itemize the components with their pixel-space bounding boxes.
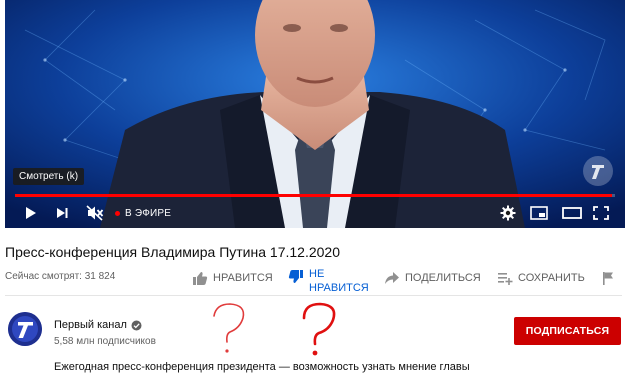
- like-button[interactable]: НРАВИТСЯ: [192, 271, 273, 286]
- thumbs-up-icon: [193, 272, 208, 285]
- share-icon: [385, 272, 399, 284]
- player-controls: В ЭФИРЕ: [5, 200, 625, 226]
- dislike-label-line1: НЕ: [309, 268, 325, 280]
- progress-fill: [15, 194, 612, 197]
- report-button[interactable]: [602, 271, 614, 285]
- share-label: ПОДЕЛИТЬСЯ: [405, 272, 481, 284]
- save-button[interactable]: СОХРАНИТЬ: [497, 271, 585, 285]
- play-icon[interactable]: [21, 204, 39, 222]
- fullscreen-icon[interactable]: [591, 204, 611, 222]
- settings-icon[interactable]: [499, 204, 517, 222]
- channel-avatar[interactable]: [8, 312, 42, 346]
- live-dot: [115, 210, 120, 216]
- live-viewer-count: Сейчас смотрят: 31 824: [5, 271, 116, 282]
- channel-one-watermark-icon: [583, 156, 613, 186]
- add-to-playlist-icon: [498, 273, 513, 285]
- channel-one-logo-icon: [8, 312, 42, 346]
- save-label: СОХРАНИТЬ: [518, 272, 585, 284]
- thumbs-down-icon: [288, 270, 303, 283]
- red-question-mark-2: [302, 302, 336, 356]
- dislike-button[interactable]: НЕ НРАВИТСЯ: [288, 267, 369, 295]
- flag-icon: [603, 272, 613, 285]
- progress-bar[interactable]: [15, 194, 615, 197]
- video-player[interactable]: Смотреть (k) В ЭФИРЕ: [5, 0, 625, 228]
- like-label: НРАВИТСЯ: [213, 272, 273, 284]
- channel-name: Первый канал: [54, 319, 127, 331]
- miniplayer-icon[interactable]: [529, 204, 549, 222]
- play-tooltip: Смотреть (k): [13, 168, 85, 185]
- share-button[interactable]: ПОДЕЛИТЬСЯ: [384, 271, 481, 285]
- next-icon[interactable]: [53, 204, 71, 222]
- subscribe-button[interactable]: ПОДПИСАТЬСЯ: [514, 317, 621, 345]
- section-divider: [5, 295, 622, 296]
- theater-mode-icon[interactable]: [561, 204, 583, 222]
- volume-muted-icon[interactable]: [85, 204, 105, 222]
- verified-badge-icon: [131, 320, 142, 330]
- live-indicator[interactable]: В ЭФИРЕ: [115, 204, 171, 222]
- subscriber-count: 5,58 млн подписчиков: [54, 336, 156, 347]
- live-label: В ЭФИРЕ: [125, 207, 172, 219]
- video-title: Пресс-конференция Владимира Путина 17.12…: [5, 244, 340, 260]
- red-question-mark-1: [213, 303, 245, 353]
- video-description: Ежегодная пресс-конференция президента —…: [54, 361, 470, 373]
- dislike-label-line2: НРАВИТСЯ: [309, 282, 369, 294]
- channel-name-link[interactable]: Первый канал: [54, 319, 142, 331]
